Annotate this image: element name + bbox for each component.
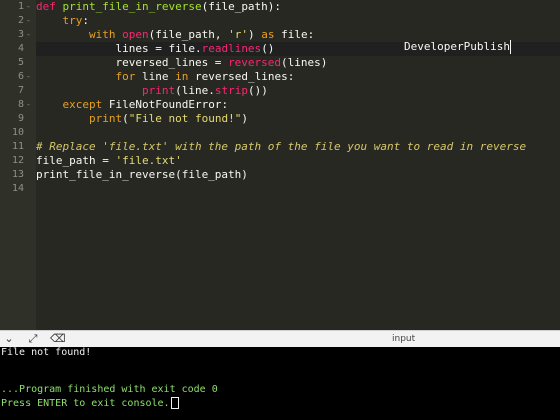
code-token: print_file_in_reverse [62,0,202,13]
console-prompt-text: Press ENTER to exit console. [1,398,170,409]
code-token: file_path = [36,154,116,167]
output-console[interactable]: File not found! ...Program finished with… [0,347,560,420]
fold-toggle-icon[interactable]: - [26,28,34,42]
line-number: 14 [11,183,24,194]
line-number: 3 [17,29,24,40]
code-token: for [115,70,142,83]
code-token: strip [214,84,248,97]
code-token: open [122,28,149,41]
fold-toggle-icon[interactable]: - [26,14,34,28]
expand-arrows-icon[interactable]: ⤢ [26,332,40,346]
console-caret[interactable] [170,397,179,409]
code-token: def [36,0,63,13]
fold-toggle-icon[interactable]: - [26,0,34,14]
chevron-down-icon[interactable]: ⌄ [2,332,16,346]
code-token: in [175,70,195,83]
line-number: 8 [17,99,24,110]
code-token: line [141,70,176,83]
line-number: 13 [11,169,24,180]
line-number: 1 [17,1,24,12]
watermark-text: DeveloperPublish [404,40,510,53]
code-token: try [62,14,83,27]
code-token: file: [281,28,315,41]
code-token: FileNotFoundError: [108,98,229,111]
code-token: () [261,42,275,55]
code-token: # Replace 'file.txt' with the path of th… [36,140,527,153]
code-token: lines = file. [36,42,202,55]
code-token: with [88,28,123,41]
code-token: ) [241,112,248,125]
code-token: print_file_in_reverse(file_path) [36,168,248,181]
code-editor[interactable]: 1 2 3 4 5 6 7 8 9 10 11 12 13 14- - - - - def print_file_… [0,0,560,330]
line-number: 2 [17,15,24,26]
code-token: (file_path): [201,0,282,13]
console-toolbar: ⌄ ⤢ ⌫ input [0,330,560,347]
code-token: ( [122,112,129,125]
code-line[interactable]: for line in reversed_lines: [36,70,560,84]
clear-console-icon[interactable]: ⌫ [50,332,66,346]
code-token: (file_path, [148,28,229,41]
console-line: File not found! [1,347,92,358]
code-line[interactable] [36,182,560,196]
code-token: "File not found!" [128,112,242,125]
code-line[interactable]: # Replace 'file.txt' with the path of th… [36,140,560,154]
input-tab-label[interactable]: input [392,332,415,346]
line-number: 5 [17,57,24,68]
line-number: 10 [11,127,24,138]
code-token: (line. [175,84,215,97]
line-number: 9 [17,113,24,124]
code-line[interactable]: except FileNotFoundError: [36,98,560,112]
code-token: print [88,112,123,125]
code-token: 'r' [228,28,248,41]
code-line[interactable]: print(line.strip()) [36,84,560,98]
code-token: ()) [247,84,268,97]
code-line[interactable]: file_path = 'file.txt' [36,154,560,168]
code-token: reversed_lines = [36,56,229,69]
code-line[interactable]: def print_file_in_reverse(file_path): [36,0,560,14]
code-token: (lines) [281,56,328,69]
code-line[interactable]: reversed_lines = reversed(lines) [36,56,560,70]
line-number: 12 [11,155,24,166]
code-line[interactable]: try: [36,14,560,28]
fold-toggle-icon[interactable]: - [26,70,34,84]
console-line: ...Program finished with exit code 0 [1,384,218,395]
line-number: 6 [17,71,24,82]
code-token: 'file.txt' [115,154,182,167]
code-token: reversed_lines: [194,70,295,83]
code-token: ) [247,28,262,41]
fold-toggle-icon[interactable]: - [26,98,34,112]
text-cursor [510,40,511,54]
code-line[interactable] [36,126,560,140]
code-token: print [141,84,176,97]
console-prompt-line: Press ENTER to exit console. [1,397,179,410]
code-line[interactable]: print_file_in_reverse(file_path) [36,168,560,182]
line-number: 11 [11,141,24,152]
code-token: : [82,14,89,27]
code-token: reversed [228,56,282,69]
code-token: as [261,28,282,41]
code-line[interactable]: print("File not found!") [36,112,560,126]
code-token: except [62,98,109,111]
code-token: readlines [201,42,262,55]
line-number: 4 [17,43,24,54]
line-number: 7 [17,85,24,96]
line-number-gutter: 1 2 3 4 5 6 7 8 9 10 11 12 13 14- - - - - [0,0,36,330]
